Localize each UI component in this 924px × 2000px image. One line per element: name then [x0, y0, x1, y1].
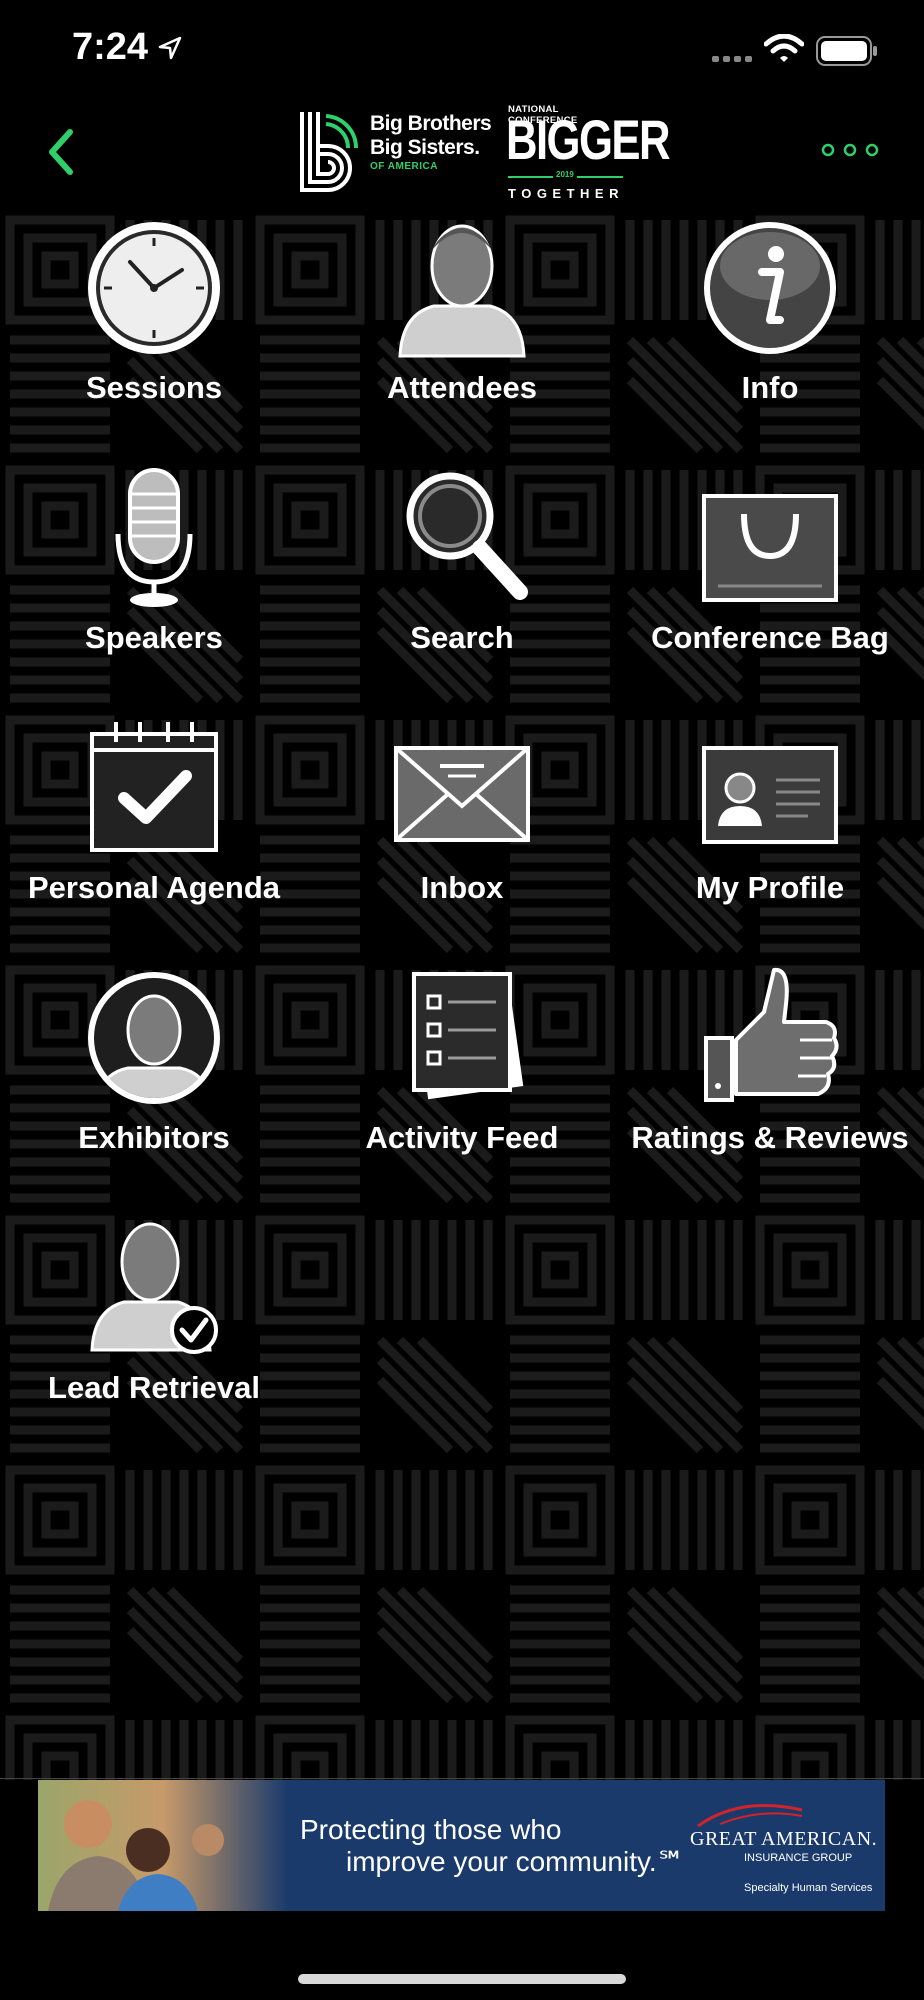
menu-label: Info: [741, 370, 799, 405]
status-bar: 7:24: [0, 0, 924, 100]
divider: [0, 1778, 924, 1779]
menu-label: Search: [410, 620, 514, 655]
menu-item-ratings-reviews[interactable]: Ratings & Reviews: [616, 960, 924, 1210]
banner-photo: [38, 1780, 288, 1911]
bag-icon: [702, 494, 838, 602]
menu-label: My Profile: [695, 870, 845, 905]
conference-logo: Big Brothers Big Sisters. OF AMERICA NAT…: [298, 104, 671, 204]
conference-tagline: TOGETHER: [508, 186, 624, 201]
sponsor-logo: GREAT AMERICAN. INSURANCE GROUP Specialt…: [690, 1802, 880, 1894]
brand-subtitle: OF AMERICA: [370, 161, 438, 172]
menu-item-exhibitors[interactable]: Exhibitors: [0, 960, 308, 1210]
home-indicator[interactable]: [298, 1974, 626, 1984]
brand-line2: Big Sisters.: [370, 136, 480, 159]
menu-item-lead-retrieval[interactable]: Lead Retrieval: [0, 1210, 308, 1460]
menu-label: Activity Feed: [365, 1120, 559, 1155]
menu-label: Ratings & Reviews: [631, 1120, 909, 1155]
sponsor-subtitle: INSURANCE GROUP: [744, 1852, 853, 1864]
menu-item-sessions[interactable]: Sessions: [0, 210, 308, 460]
person-check-icon: [90, 1222, 218, 1354]
menu-label: Lead Retrieval: [48, 1370, 260, 1405]
menu-label: Inbox: [420, 870, 504, 905]
thumbs-up-icon: [704, 967, 839, 1102]
menu-item-speakers[interactable]: Speakers: [0, 460, 308, 710]
menu-label: Speakers: [85, 620, 223, 655]
person-circle-icon: [88, 972, 220, 1104]
signal-icon: [712, 56, 752, 62]
status-time: 7:24: [72, 26, 149, 68]
banner-tagline: Protecting those who improve your commun…: [300, 1814, 685, 1878]
calendar-check-icon: [90, 722, 218, 852]
brand-line1: Big Brothers: [370, 112, 492, 135]
magnifier-icon: [406, 472, 528, 600]
menu-item-inbox[interactable]: Inbox: [308, 710, 616, 960]
id-card-icon: [702, 746, 838, 844]
menu-label: Exhibitors: [78, 1120, 230, 1155]
menu-item-search[interactable]: Search: [308, 460, 616, 710]
battery-icon: [816, 36, 877, 66]
menu-label: Sessions: [85, 370, 223, 405]
menu-label: Personal Agenda: [27, 870, 281, 905]
sponsor-name: GREAT AMERICAN.: [690, 1828, 878, 1850]
banner-line1: Protecting those who: [300, 1814, 562, 1845]
checklist-icon: [412, 972, 524, 1100]
conference-title: BIGGER: [506, 108, 671, 171]
sponsor-specialty: Specialty Human Services: [744, 1882, 873, 1894]
bbbs-logo-mark: [300, 112, 359, 192]
menu-item-conference-bag[interactable]: Conference Bag: [616, 460, 924, 710]
wifi-icon: [764, 34, 804, 62]
menu-item-activity-feed[interactable]: Activity Feed: [308, 960, 616, 1210]
menu-label: Conference Bag: [651, 620, 889, 655]
chevron-left-icon[interactable]: [40, 122, 80, 182]
menu-item-attendees[interactable]: Attendees: [308, 210, 616, 460]
location-arrow-icon: [158, 36, 182, 60]
ellipsis-icon[interactable]: [820, 140, 880, 160]
microphone-icon: [115, 468, 193, 607]
sponsor-banner[interactable]: Protecting those who improve your commun…: [38, 1780, 885, 1911]
nav-bar: Big Brothers Big Sisters. OF AMERICA NAT…: [0, 100, 924, 210]
menu-item-personal-agenda[interactable]: Personal Agenda: [0, 710, 308, 960]
menu-item-info[interactable]: Info: [616, 210, 924, 460]
menu-item-my-profile[interactable]: My Profile: [616, 710, 924, 960]
banner-line2: improve your community.℠: [346, 1846, 686, 1877]
clock-icon: [88, 222, 220, 354]
envelope-icon: [394, 746, 530, 842]
brand-name: Big Brothers Big Sisters.: [370, 112, 492, 160]
info-icon: [704, 222, 836, 354]
menu-label: Attendees: [387, 370, 537, 405]
conference-year: 2019: [553, 170, 577, 179]
person-icon: [398, 224, 526, 358]
